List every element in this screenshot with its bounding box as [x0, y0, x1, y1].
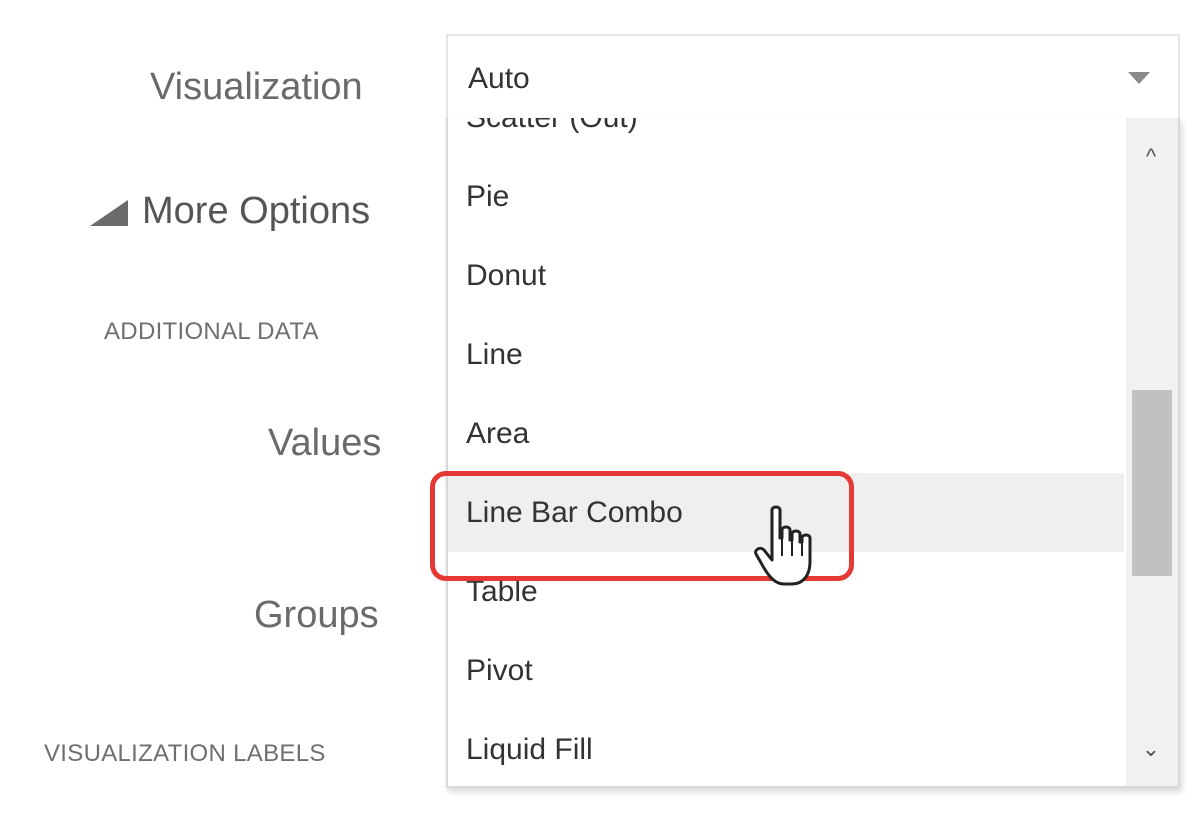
dropdown-scrollbar[interactable]: ^ ⌄: [1126, 118, 1178, 786]
visualization-dropdown-list: Scatter (Out) Pie Donut Line Area Line B…: [446, 118, 1180, 788]
visualization-select[interactable]: Auto: [446, 34, 1180, 120]
chevron-up-icon[interactable]: ^: [1140, 146, 1162, 168]
groups-label: Groups: [254, 594, 379, 636]
option-liquid-fill[interactable]: Liquid Fill: [448, 710, 1124, 786]
triangle-expanded-icon: [90, 199, 128, 226]
option-area[interactable]: Area: [448, 394, 1124, 473]
chevron-down-icon[interactable]: [1128, 72, 1150, 84]
more-options-label: More Options: [142, 190, 371, 232]
chevron-down-icon[interactable]: ⌄: [1140, 738, 1162, 760]
option-pie[interactable]: Pie: [448, 157, 1124, 236]
visualization-labels-heading: VISUALIZATION LABELS: [44, 740, 326, 767]
option-line[interactable]: Line: [448, 315, 1124, 394]
dropdown-items: Scatter (Out) Pie Donut Line Area Line B…: [448, 118, 1124, 786]
additional-data-heading: ADDITIONAL DATA: [104, 318, 319, 345]
scrollbar-thumb[interactable]: [1132, 390, 1172, 576]
more-options-toggle[interactable]: More Options: [90, 190, 370, 233]
visualization-properties-panel: Visualization More Options ADDITIONAL DA…: [0, 0, 1202, 820]
visualization-label: Visualization: [150, 66, 363, 108]
hand-pointer-icon: [754, 505, 812, 586]
option-pivot[interactable]: Pivot: [448, 631, 1124, 710]
values-label: Values: [268, 422, 382, 464]
visualization-select-value: Auto: [468, 62, 530, 95]
option-scatter-out[interactable]: Scatter (Out): [448, 118, 1124, 157]
option-donut[interactable]: Donut: [448, 236, 1124, 315]
